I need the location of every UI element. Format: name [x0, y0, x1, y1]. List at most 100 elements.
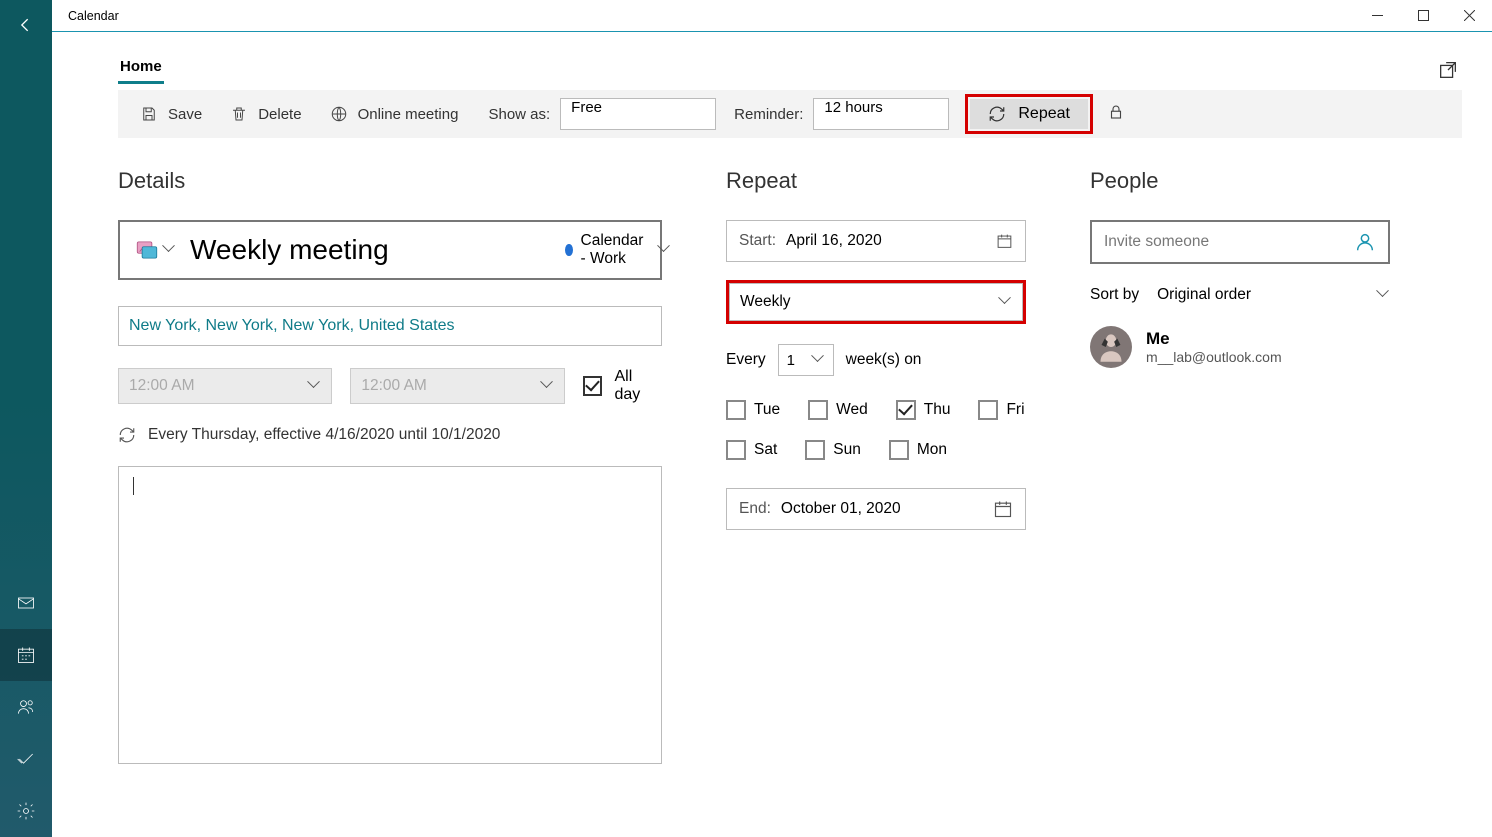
- repeat-button[interactable]: Repeat: [970, 99, 1088, 129]
- private-button[interactable]: [1097, 97, 1135, 132]
- chevron-down-icon: [1000, 296, 1012, 308]
- repeat-icon: [988, 105, 1006, 123]
- app-title: Calendar: [52, 9, 135, 23]
- reminder-label: Reminder:: [720, 106, 809, 123]
- people-column: People Sort by Original order Me m__lab@…: [1090, 168, 1390, 764]
- checkbox[interactable]: [808, 400, 828, 420]
- invite-input[interactable]: [1104, 233, 1344, 251]
- chevron-down-icon: [164, 244, 176, 256]
- repeat-start-label: Start:: [739, 232, 776, 250]
- repeat-column: Repeat Start: Weekly Every 1: [726, 168, 1026, 764]
- main-area: Calendar Home Save Delete Online m: [52, 0, 1492, 837]
- sort-select[interactable]: Original order: [1157, 286, 1360, 304]
- sidebar-people[interactable]: [0, 681, 52, 733]
- minimize-button[interactable]: [1354, 0, 1400, 32]
- sidebar-calendar[interactable]: [0, 629, 52, 681]
- close-button[interactable]: [1446, 0, 1492, 32]
- sidebar-settings[interactable]: [0, 785, 52, 837]
- event-title-input[interactable]: [186, 234, 555, 266]
- save-icon: [140, 105, 158, 123]
- day-sat[interactable]: Sat: [726, 440, 777, 460]
- maximize-button[interactable]: [1400, 0, 1446, 32]
- chevron-down-icon: [659, 244, 668, 256]
- sort-row: Sort by Original order: [1090, 286, 1390, 304]
- location-input[interactable]: [118, 306, 662, 346]
- calendar-icon[interactable]: [996, 231, 1013, 251]
- repeat-icon: [118, 426, 136, 444]
- sidebar-mail[interactable]: [0, 577, 52, 629]
- calendar-picker-label: Calendar - Work: [581, 232, 651, 268]
- day-mon[interactable]: Mon: [889, 440, 947, 460]
- calendar-picker[interactable]: Calendar - Work: [565, 232, 668, 268]
- sidebar-todo[interactable]: [0, 733, 52, 785]
- checkbox[interactable]: [805, 440, 825, 460]
- every-label-pre: Every: [726, 351, 766, 369]
- show-as-label: Show as:: [474, 106, 556, 123]
- day-wed[interactable]: Wed: [808, 400, 868, 420]
- recurrence-text: Every Thursday, effective 4/16/2020 unti…: [148, 426, 500, 444]
- calendar-icon[interactable]: [993, 499, 1013, 519]
- show-as-select[interactable]: Free: [560, 98, 716, 130]
- avatar: [1090, 326, 1132, 368]
- repeat-label: Repeat: [1018, 105, 1070, 123]
- checkbox[interactable]: [726, 440, 746, 460]
- event-title-row: Calendar - Work: [118, 220, 662, 280]
- all-day-label: All day: [614, 368, 662, 404]
- emoji-picker[interactable]: [134, 237, 176, 263]
- lock-icon: [1107, 103, 1125, 121]
- frequency-highlight: Weekly: [726, 280, 1026, 324]
- chevron-down-icon: [309, 380, 321, 392]
- day-fri[interactable]: Fri: [978, 400, 1024, 420]
- all-day-checkbox[interactable]: [583, 376, 603, 396]
- titlebar: Calendar: [52, 0, 1492, 32]
- start-time-select[interactable]: 12:00 AM: [118, 368, 332, 404]
- day-sun[interactable]: Sun: [805, 440, 861, 460]
- save-button[interactable]: Save: [128, 99, 214, 129]
- checkbox[interactable]: [726, 400, 746, 420]
- delete-label: Delete: [258, 106, 301, 123]
- online-meeting-button[interactable]: Online meeting: [318, 99, 471, 129]
- frequency-select[interactable]: Weekly: [729, 283, 1023, 321]
- delete-icon: [230, 105, 248, 123]
- description-textarea[interactable]: [118, 466, 662, 764]
- people-heading: People: [1090, 168, 1390, 194]
- reminder-select[interactable]: 12 hours: [813, 98, 949, 130]
- toolbar: Save Delete Online meeting Show as: Free…: [118, 90, 1462, 138]
- weekday-grid: Tue Wed Thu Fri Sat Sun Mon: [726, 400, 1026, 460]
- save-label: Save: [168, 106, 202, 123]
- emoji-icon: [134, 237, 160, 263]
- day-thu[interactable]: Thu: [896, 400, 951, 420]
- sort-label: Sort by: [1090, 286, 1139, 304]
- every-label-post: week(s) on: [846, 351, 922, 369]
- invite-box[interactable]: [1090, 220, 1390, 264]
- every-number-select[interactable]: 1: [778, 344, 834, 376]
- checkbox[interactable]: [896, 400, 916, 420]
- repeat-start-row[interactable]: Start:: [726, 220, 1026, 262]
- all-day-toggle[interactable]: All day: [583, 368, 662, 404]
- back-button[interactable]: [0, 0, 52, 50]
- person-icon: [1354, 231, 1376, 253]
- recurrence-summary: Every Thursday, effective 4/16/2020 unti…: [118, 426, 662, 444]
- repeat-start-input[interactable]: [786, 232, 986, 250]
- tab-home[interactable]: Home: [118, 50, 164, 84]
- checkbox[interactable]: [889, 440, 909, 460]
- popout-button[interactable]: [1434, 56, 1462, 84]
- online-meeting-label: Online meeting: [358, 106, 459, 123]
- details-heading: Details: [118, 168, 662, 194]
- repeat-end-input[interactable]: [781, 500, 983, 518]
- person-name: Me: [1146, 329, 1282, 349]
- repeat-heading: Repeat: [726, 168, 1026, 194]
- repeat-end-row[interactable]: End:: [726, 488, 1026, 530]
- calendar-color-dot: [565, 244, 573, 256]
- chevron-down-icon: [542, 380, 554, 392]
- day-tue[interactable]: Tue: [726, 400, 780, 420]
- delete-button[interactable]: Delete: [218, 99, 313, 129]
- person-me[interactable]: Me m__lab@outlook.com: [1090, 326, 1390, 368]
- end-time-select[interactable]: 12:00 AM: [350, 368, 564, 404]
- every-row: Every 1 week(s) on: [726, 344, 1026, 376]
- repeat-end-label: End:: [739, 500, 771, 518]
- chevron-down-icon[interactable]: [1378, 289, 1390, 301]
- checkbox[interactable]: [978, 400, 998, 420]
- repeat-highlight: Repeat: [965, 94, 1093, 134]
- details-column: Details Calendar - Work: [118, 168, 662, 764]
